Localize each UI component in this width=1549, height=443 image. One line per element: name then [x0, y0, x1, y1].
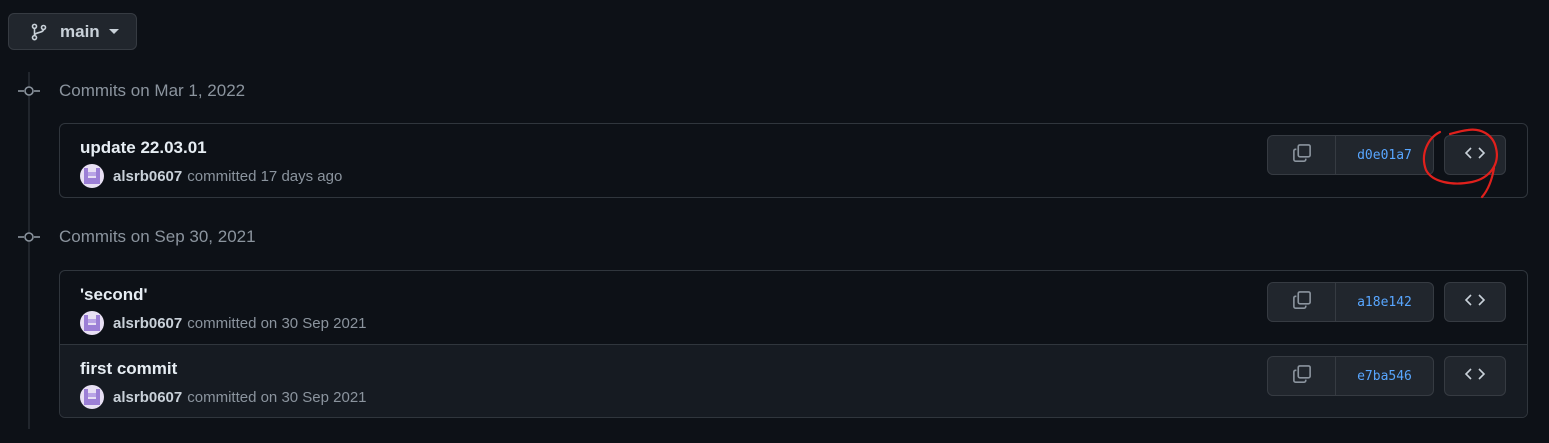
browse-repository-button[interactable]	[1444, 356, 1506, 396]
branch-select-button[interactable]: main	[8, 13, 137, 50]
commit-message-link[interactable]: update 22.03.01	[80, 138, 207, 158]
commit-time: committed on 30 Sep 2021	[187, 388, 367, 406]
sha-button-group: d0e01a7	[1267, 135, 1434, 175]
copy-icon	[1292, 364, 1312, 389]
commit-message-link[interactable]: first commit	[80, 359, 177, 379]
git-commit-icon	[18, 84, 40, 98]
sha-button-group: a18e142	[1267, 282, 1434, 322]
commit-meta: alsrb0607 committed on 30 Sep 2021	[80, 311, 367, 335]
commit-message-link[interactable]: 'second'	[80, 285, 148, 305]
commit-time: committed 17 days ago	[187, 167, 343, 185]
browse-repository-button[interactable]	[1444, 282, 1506, 322]
commit-sha-link[interactable]: e7ba546	[1336, 357, 1433, 395]
commit-sha-link[interactable]: a18e142	[1336, 283, 1433, 321]
commit-history-page: main Commits on Mar 1, 2022 update 22.03…	[0, 0, 1549, 443]
copy-sha-button[interactable]	[1268, 357, 1336, 395]
author-link[interactable]: alsrb0607	[113, 168, 182, 185]
commit-group-title: Commits on Mar 1, 2022	[59, 81, 246, 100]
code-icon	[1464, 293, 1486, 312]
commit-time: committed on 30 Sep 2021	[187, 314, 367, 332]
copy-sha-button[interactable]	[1268, 136, 1336, 174]
copy-icon	[1292, 143, 1312, 168]
sha-button-group: e7ba546	[1267, 356, 1434, 396]
avatar[interactable]	[80, 385, 104, 409]
author-link[interactable]: alsrb0607	[113, 389, 182, 406]
copy-icon	[1292, 290, 1312, 315]
commit-row: 'second' alsrb0607 committed on 30 Sep 2…	[60, 271, 1527, 344]
avatar[interactable]	[80, 311, 104, 335]
code-icon	[1464, 146, 1486, 165]
git-commit-icon	[18, 230, 40, 244]
code-icon	[1464, 367, 1486, 386]
commit-row: first commit alsrb0607 committed on 30 S…	[60, 344, 1527, 417]
timeline-line	[28, 72, 30, 429]
commit-sha-link[interactable]: d0e01a7	[1336, 136, 1433, 174]
branch-label: main	[60, 21, 100, 41]
commit-meta: alsrb0607 committed 17 days ago	[80, 164, 342, 188]
copy-sha-button[interactable]	[1268, 283, 1336, 321]
commit-group-title: Commits on Sep 30, 2021	[59, 227, 256, 246]
git-branch-icon	[30, 23, 48, 41]
commit-group-card: 'second' alsrb0607 committed on 30 Sep 2…	[59, 270, 1528, 418]
commit-group-card: update 22.03.01 alsrb0607 committed 17 d…	[59, 123, 1528, 198]
commit-meta: alsrb0607 committed on 30 Sep 2021	[80, 385, 367, 409]
avatar[interactable]	[80, 164, 104, 188]
author-link[interactable]: alsrb0607	[113, 315, 182, 332]
chevron-down-icon	[108, 29, 119, 34]
browse-repository-button[interactable]	[1444, 135, 1506, 175]
commit-row: update 22.03.01 alsrb0607 committed 17 d…	[60, 124, 1527, 197]
